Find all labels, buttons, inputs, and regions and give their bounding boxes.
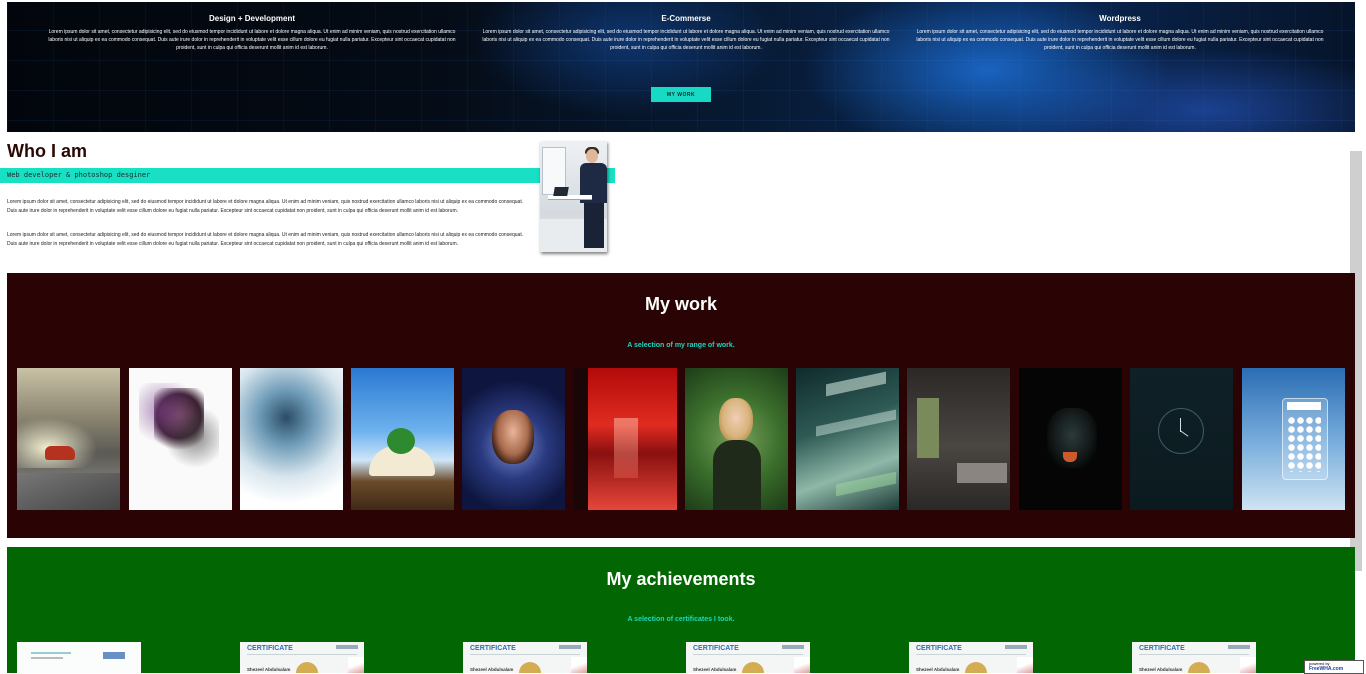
hero-banner: Design + Development Lorem ipsum dolor s… (7, 0, 1355, 132)
service-description: Lorem ipsum dolor sit amet, consectetur … (482, 29, 890, 51)
certificate-seal-icon (519, 662, 541, 673)
certificate-title: CERTIFICATE (693, 645, 739, 652)
certificate-seal-icon (296, 662, 318, 673)
service-ecommerce: E-Commerse Lorem ipsum dolor sit amet, c… (481, 14, 891, 52)
work-thumbnail-modern-interior[interactable] (907, 368, 1010, 510)
certificate-name: Shezeel Abdulsalam (693, 667, 737, 672)
about-paragraph: Lorem ipsum dolor sit amet, consectetur … (7, 199, 524, 214)
certificate-name: Shezeel Abdulsalam (470, 667, 514, 672)
certificate-logo (1228, 645, 1250, 649)
about-subtitle: Web developer & photoshop desginer (7, 171, 151, 179)
work-thumbnail-shattered-portrait[interactable] (240, 368, 343, 510)
work-title: My work (644, 294, 718, 314)
certificate-logo (1005, 645, 1027, 649)
certificate-card[interactable]: CERTIFICATE Shezeel Abdulsalam (240, 642, 364, 673)
profile-photo (540, 141, 607, 252)
service-description: Lorem ipsum dolor sit amet, consectetur … (916, 29, 1324, 51)
certificate-title: CERTIFICATE (247, 645, 293, 652)
hosting-badge[interactable]: powered by FreeWHA.com (1304, 660, 1364, 674)
service-title: E-Commerse (661, 14, 711, 23)
about-paragraph: Lorem ipsum dolor sit amet, consectetur … (7, 232, 524, 247)
certificate-logo (336, 645, 358, 649)
work-subtitle: A selection of my range of work. (627, 342, 735, 349)
certificate-title: CERTIFICATE (1139, 645, 1185, 652)
certificate-card[interactable]: CERTIFICATE Shezeel Abdulsalam (909, 642, 1033, 673)
badge-line-2: FreeWHA.com (1309, 666, 1344, 672)
work-thumbnail-car-tunnel[interactable] (17, 368, 120, 510)
work-thumbnail-blonde-woman[interactable] (685, 368, 788, 510)
work-thumbnail-book-island[interactable] (351, 368, 454, 510)
certificate-card[interactable]: CERTIFICATE Shezeel Abdulsalam (463, 642, 587, 673)
certificate-logo (782, 645, 804, 649)
certificate-card[interactable]: CERTIFICATE Shezeel Abdulsalam (686, 642, 810, 673)
work-thumbnail-financial-text[interactable] (796, 368, 899, 510)
work-thumbnail-calculator-app[interactable] (1242, 368, 1345, 510)
certificate-card[interactable]: CERTIFICATE Shezeel Abdulsalam (1132, 642, 1256, 673)
certificate-seal-icon (1188, 662, 1210, 673)
achievements-section: My achievements A selection of certifica… (7, 547, 1355, 673)
work-thumbnail-clock[interactable] (1130, 368, 1233, 510)
certificate-title: CERTIFICATE (470, 645, 516, 652)
certificate-seal-icon (742, 662, 764, 673)
service-title: Design + Development (208, 14, 296, 23)
certificate-title: CERTIFICATE (916, 645, 962, 652)
service-wordpress: Wordpress Lorem ipsum dolor sit amet, co… (915, 14, 1325, 52)
hero-top-edge (7, 0, 1355, 2)
certificate-seal-icon (965, 662, 987, 673)
certificate-name: Shezeel Abdulsalam (1139, 667, 1183, 672)
certificate-card[interactable] (17, 642, 141, 673)
my-work-button[interactable]: MY WORK (651, 87, 711, 102)
work-thumbnail-portrait-frame[interactable] (462, 368, 565, 510)
service-design-development: Design + Development Lorem ipsum dolor s… (47, 14, 457, 52)
work-section: My work A selection of my range of work. (7, 273, 1355, 538)
work-thumbnail-red-forest[interactable] (574, 368, 677, 510)
certificate-name: Shezeel Abdulsalam (247, 667, 291, 672)
work-thumbnail-paint-splash-face[interactable] (129, 368, 232, 510)
service-title: Wordpress (1099, 14, 1141, 23)
certificate-logo (559, 645, 581, 649)
achievements-subtitle: A selection of certificates I took. (627, 616, 735, 623)
work-thumbnail-black-panther[interactable] (1019, 368, 1122, 510)
service-description: Lorem ipsum dolor sit amet, consectetur … (48, 29, 456, 51)
certificate-name: Shezeel Abdulsalam (916, 667, 960, 672)
achievements-title: My achievements (606, 569, 756, 589)
about-title: Who I am (7, 141, 87, 161)
